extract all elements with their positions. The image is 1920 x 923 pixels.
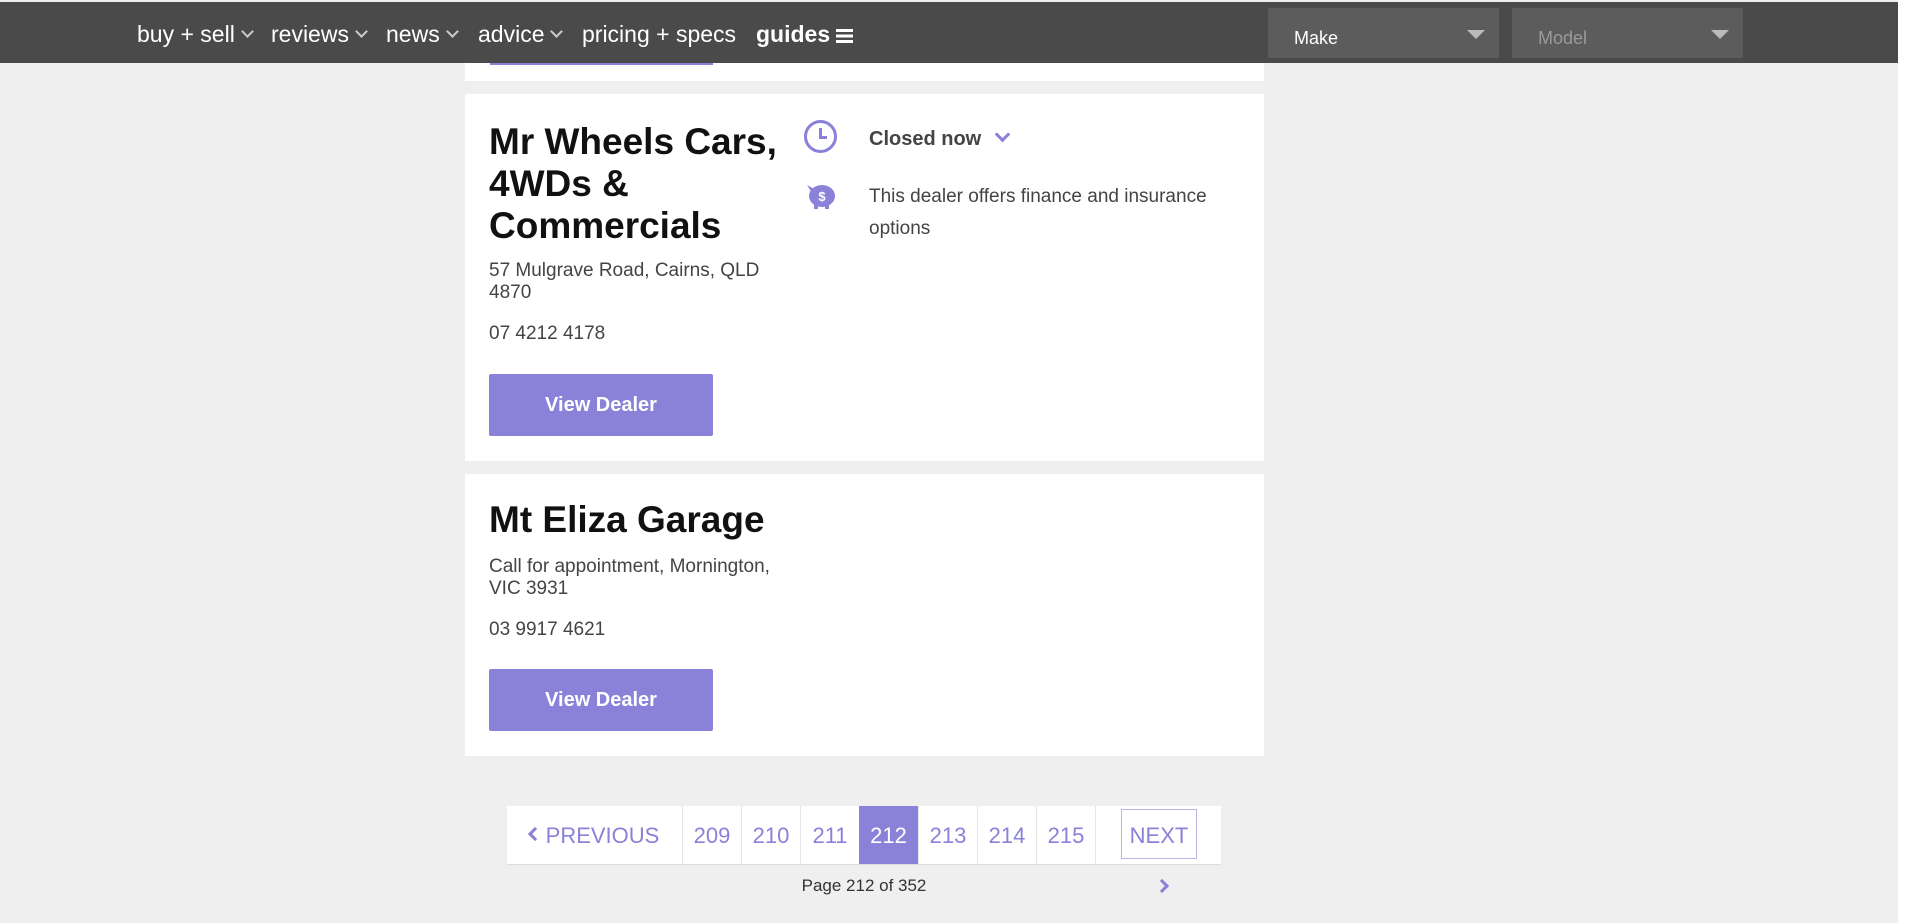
- caret-down-icon: [1711, 30, 1729, 39]
- caret-down-icon: [1467, 30, 1485, 39]
- svg-text:$: $: [818, 189, 826, 204]
- previous-label: PREVIOUS: [545, 823, 660, 848]
- model-select[interactable]: Model: [1512, 8, 1743, 58]
- nav-item-label: buy + sell: [137, 21, 235, 47]
- finance-note: This dealer offers finance and insurance…: [869, 186, 1207, 239]
- nav-item-guides[interactable]: guides: [756, 2, 854, 63]
- page: buy + sell reviews news advice pricing +…: [0, 0, 1898, 923]
- view-dealer-button-edge[interactable]: [490, 63, 713, 65]
- page-summary: Page 212 of 352: [801, 876, 927, 895]
- view-dealer-button[interactable]: View Dealer: [489, 374, 713, 436]
- nav-item-label: guides: [756, 21, 831, 47]
- dealer-name: Mr Wheels Cars, 4WDs & Commercials: [489, 121, 777, 246]
- chevron-down-icon: [550, 25, 564, 38]
- page-number[interactable]: 214: [977, 806, 1036, 864]
- page-number[interactable]: 215: [1036, 806, 1095, 864]
- piggy-bank-icon: $: [807, 185, 835, 209]
- opening-hours-toggle[interactable]: Closed now: [869, 126, 1011, 151]
- chevron-down-icon: [445, 25, 459, 38]
- page-number[interactable]: 209: [682, 806, 741, 864]
- nav-item-label: news: [386, 21, 440, 47]
- dealer-phone: 03 9917 4621: [489, 619, 606, 640]
- nav-item-pricing-specs[interactable]: pricing + specs: [582, 2, 736, 63]
- chevron-down-icon: [240, 25, 254, 38]
- next-page-cell: NEXT: [1095, 806, 1221, 894]
- dealer-phone: 07 4212 4178: [489, 323, 606, 344]
- pagination: PREVIOUS 209 210 211 212 213 214 215 NEX…: [507, 806, 1221, 894]
- page-number[interactable]: 213: [918, 806, 977, 864]
- chevron-down-icon: [355, 25, 368, 38]
- make-select[interactable]: Make: [1268, 8, 1499, 58]
- dealer-address: Call for appointment, Mornington, VIC 39…: [489, 556, 770, 599]
- nav-item-buy-sell[interactable]: buy + sell: [137, 2, 254, 63]
- top-navigation-bar: buy + sell reviews news advice pricing +…: [0, 2, 1898, 63]
- clock-icon: [804, 120, 837, 153]
- dealer-name: Mt Eliza Garage: [489, 499, 765, 540]
- hamburger-icon: [836, 29, 854, 43]
- dealer-address: 57 Mulgrave Road, Cairns, QLD 4870: [489, 260, 760, 303]
- dealer-card: Mt Eliza Garage Call for appointment, Mo…: [465, 474, 1264, 756]
- chevron-down-icon: [994, 126, 1011, 143]
- page-number-current[interactable]: 212: [859, 806, 918, 864]
- nav-item-reviews[interactable]: reviews: [271, 2, 368, 63]
- nav-item-label: reviews: [271, 21, 349, 47]
- nav-item-label: pricing + specs: [582, 21, 737, 47]
- next-page-button[interactable]: NEXT: [1121, 809, 1197, 894]
- view-dealer-button[interactable]: View Dealer: [489, 669, 713, 731]
- nav-item-news[interactable]: news: [386, 2, 459, 63]
- page-number[interactable]: 210: [741, 806, 800, 864]
- dealer-card-previous-partial: [465, 63, 1264, 81]
- dealer-card: Mr Wheels Cars, 4WDs & Commercials 57 Mu…: [465, 94, 1264, 461]
- next-label: NEXT: [1129, 823, 1189, 848]
- previous-page-button[interactable]: PREVIOUS: [507, 806, 682, 864]
- page-number[interactable]: 211: [800, 806, 859, 864]
- scrollbar[interactable]: [1898, 0, 1920, 923]
- model-select-value: Model: [1538, 28, 1588, 48]
- hours-status: Closed now: [869, 128, 982, 150]
- nav-item-advice[interactable]: advice: [478, 2, 564, 63]
- make-select-value: Make: [1294, 28, 1339, 48]
- nav-item-label: advice: [478, 21, 545, 47]
- chevron-left-icon: [527, 826, 542, 842]
